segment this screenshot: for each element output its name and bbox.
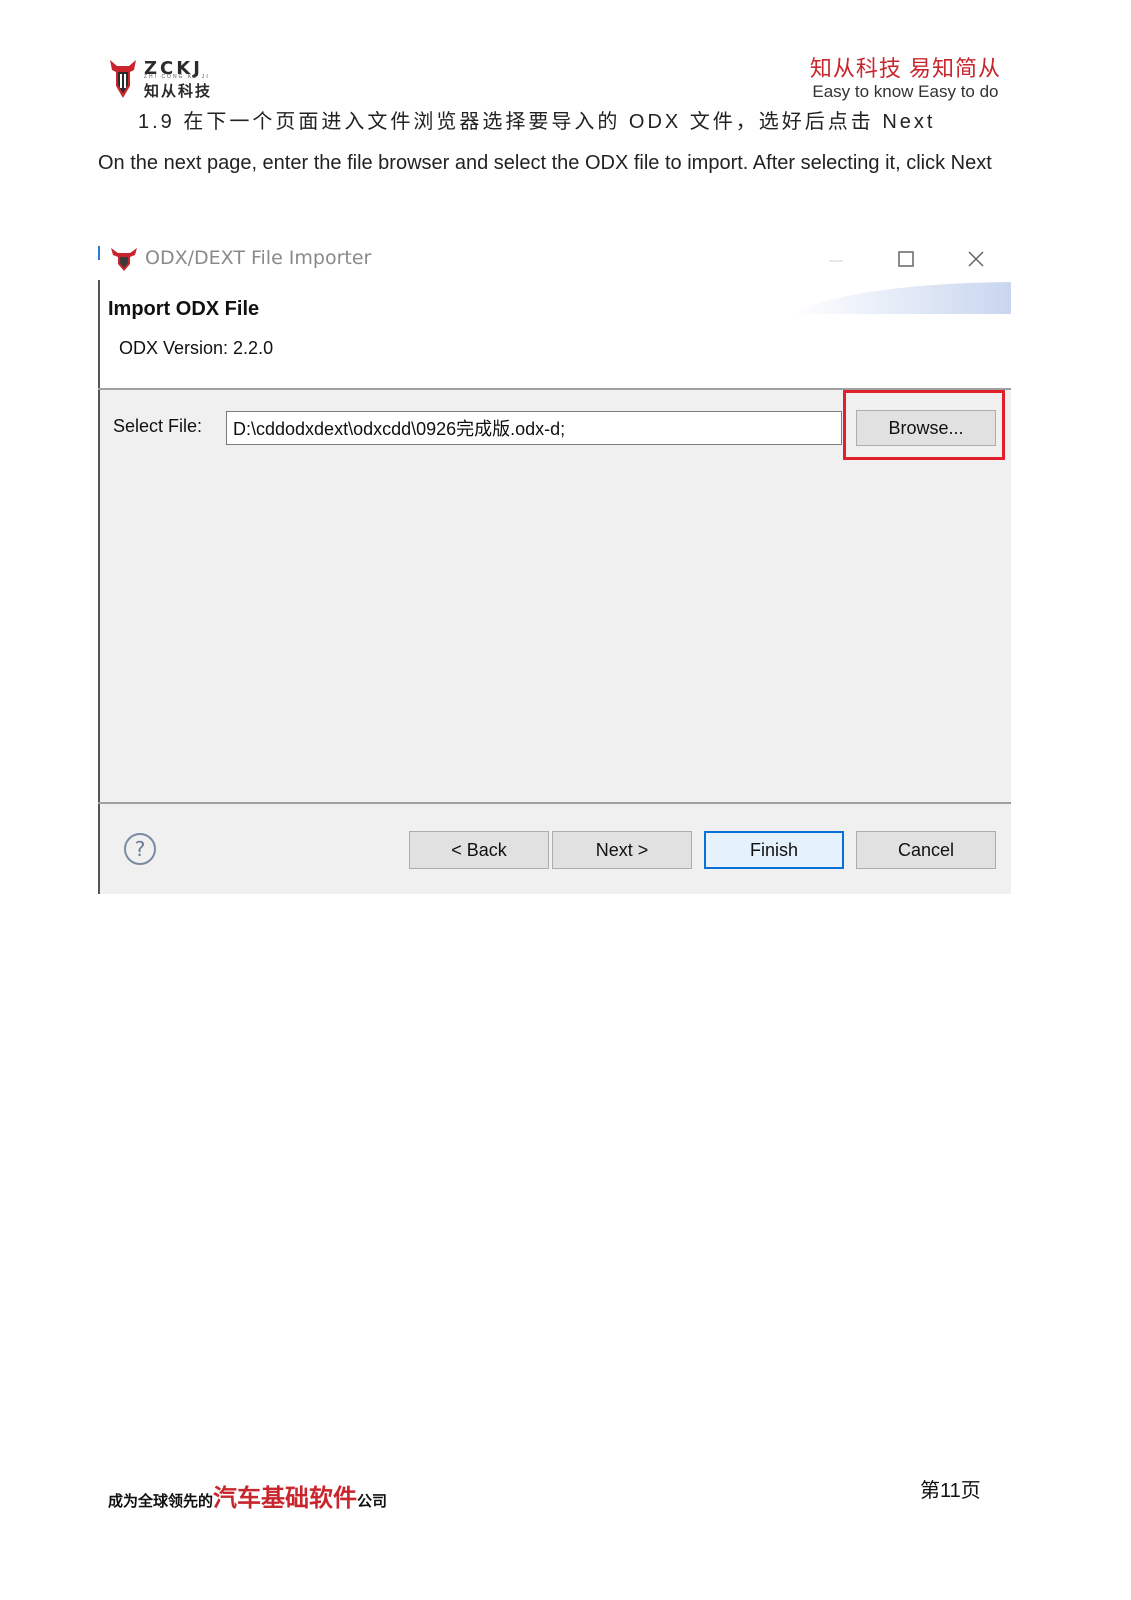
close-icon[interactable] [956, 242, 996, 276]
logo-chinese-name: 知从科技 [144, 83, 213, 100]
step-instruction-cn: 1.9 在下一个页面进入文件浏览器选择要导入的 ODX 文件，选好后点击 Nex… [138, 111, 936, 133]
file-path-input[interactable] [226, 411, 842, 445]
bull-logo-icon [111, 248, 137, 271]
cancel-button[interactable]: Cancel [856, 831, 996, 869]
help-icon[interactable]: ? [123, 832, 157, 866]
dialog-title: ODX/DEXT File Importer [145, 247, 372, 269]
brand-slogan-en: Easy to know Easy to do [812, 82, 999, 101]
brand-slogan-cn: 知从科技 易知简从 [809, 56, 1001, 81]
odx-importer-dialog: ODX/DEXT File Importer Import ODX File O… [98, 238, 1011, 894]
focus-marker [98, 246, 100, 260]
footer-slogan-highlight: 汽车基础软件 [213, 1485, 358, 1512]
minimize-icon[interactable] [816, 242, 856, 276]
browse-highlight-box [843, 390, 1005, 460]
wizard-page-description: ODX Version: 2.2.0 [119, 338, 274, 358]
bull-logo-icon [110, 60, 136, 98]
next-button[interactable]: Next > [552, 831, 692, 869]
back-button[interactable]: < Back [409, 831, 549, 869]
select-file-label: Select File: [113, 416, 203, 436]
company-logo: ZCKJ ZHI CONG KE JI 知从科技 [108, 56, 238, 100]
footer-slogan: 成为全球领先的汽车基础软件公司 [108, 1478, 387, 1513]
finish-button[interactable]: Finish [704, 831, 844, 869]
wizard-page-title: Import ODX File [108, 298, 260, 320]
page-number: 第11页 [920, 1480, 981, 1502]
footer-slogan-pre: 成为全球领先的 [108, 1493, 214, 1510]
step-instruction-en: On the next page, enter the file browser… [98, 152, 992, 174]
footer-slogan-post: 公司 [357, 1493, 388, 1510]
brand-slogan: 知从科技 易知简从 Easy to know Easy to do [810, 56, 1001, 102]
banner-graphic [791, 282, 1011, 314]
maximize-icon[interactable] [886, 242, 926, 276]
dialog-titlebar: ODX/DEXT File Importer [98, 238, 1011, 280]
wizard-banner: Import ODX File ODX Version: 2.2.0 [98, 280, 1011, 388]
svg-text:?: ? [135, 837, 146, 861]
